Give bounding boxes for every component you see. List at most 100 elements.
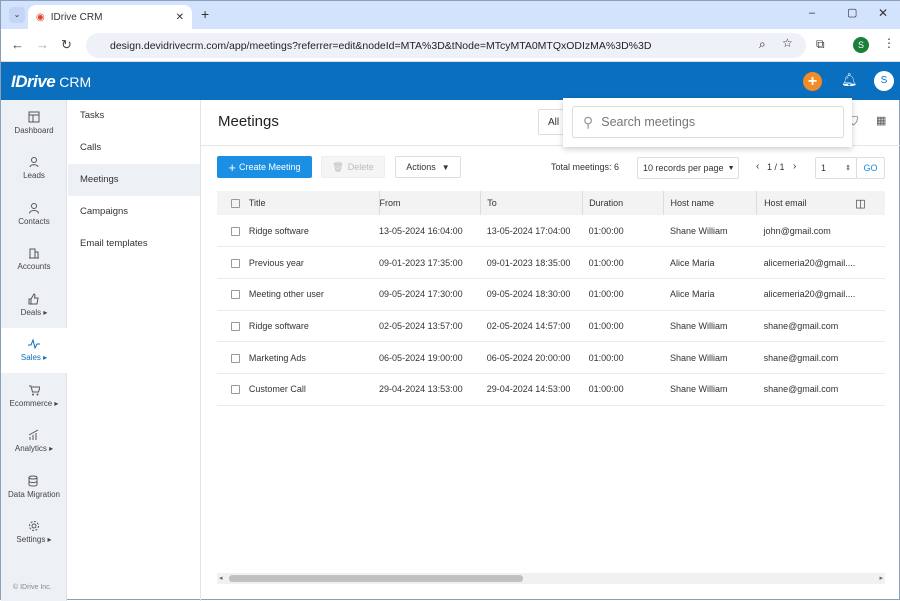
cell-title[interactable]: Previous year bbox=[249, 247, 379, 279]
delete-button[interactable]: 🗑︎ Delete bbox=[321, 156, 385, 178]
user-avatar[interactable]: S bbox=[874, 71, 894, 91]
caret-down-icon: ▼ bbox=[441, 162, 450, 172]
profile-avatar[interactable]: S bbox=[853, 37, 869, 53]
per-page-select[interactable]: 10 records per page ▼ bbox=[637, 157, 739, 179]
create-meeting-button[interactable]: + Create Meeting bbox=[217, 156, 312, 178]
actions-dropdown[interactable]: Actions ▼ bbox=[395, 156, 461, 178]
table-row[interactable]: Ridge software 02-05-2024 13:57:00 02-05-2… bbox=[217, 310, 885, 342]
submenu-campaigns[interactable]: Campaigns bbox=[68, 196, 200, 228]
stepper-icon[interactable]: ⇕ bbox=[845, 164, 851, 172]
cell-host-name: Alice Maria bbox=[670, 257, 715, 268]
url-bar[interactable]: design.devidrivecrm.com/app/meetings?ref… bbox=[86, 33, 806, 58]
column-to[interactable]: To bbox=[480, 191, 584, 215]
browser-tab-bar: ⌄ ◉ IDrive CRM ✕ + – ▢ ✕ bbox=[1, 1, 900, 29]
cell-to: 09-01-2023 18:35:00 bbox=[486, 257, 571, 268]
menu-icon[interactable]: ⋮ bbox=[883, 36, 895, 50]
column-host-email[interactable]: Host email bbox=[757, 191, 856, 215]
row-checkbox[interactable] bbox=[231, 290, 240, 300]
extensions-icon[interactable]: ⧉ bbox=[816, 37, 825, 52]
table-row[interactable]: Previous year 09-01-2023 17:35:00 09-01-20… bbox=[217, 247, 885, 279]
rail-item-settings[interactable]: Settings ▸ bbox=[1, 510, 67, 556]
url-text: design.devidrivecrm.com/app/meetings?ref… bbox=[110, 39, 652, 52]
bookmark-star-icon[interactable]: ☆ bbox=[782, 36, 793, 50]
submenu-email-templates[interactable]: Email templates bbox=[68, 228, 200, 260]
rail-item-dashboard[interactable]: Dashboard bbox=[1, 100, 67, 146]
building-icon bbox=[29, 248, 39, 259]
cell-title[interactable]: Meeting other user bbox=[249, 278, 379, 310]
copyright: © IDrive Inc. bbox=[13, 584, 52, 591]
rail-item-analytics[interactable]: Analytics ▸ bbox=[1, 419, 67, 465]
cell-from: 09-01-2023 17:35:00 bbox=[379, 257, 463, 268]
delete-label: Delete bbox=[347, 162, 374, 172]
rail-item-accounts[interactable]: Accounts bbox=[1, 237, 67, 283]
cell-to: 02-05-2024 14:57:00 bbox=[486, 320, 571, 331]
browser-tab[interactable]: ◉ IDrive CRM ✕ bbox=[28, 5, 192, 29]
row-checkbox[interactable] bbox=[231, 385, 240, 395]
cell-host-name: Shane William bbox=[670, 384, 728, 395]
close-tab-icon[interactable]: ✕ bbox=[176, 12, 184, 23]
cell-host-name: Shane William bbox=[670, 320, 728, 331]
bell-icon[interactable]: 🔔︎ bbox=[841, 72, 858, 88]
column-from[interactable]: From bbox=[379, 191, 482, 215]
new-tab-button[interactable]: + bbox=[201, 6, 209, 22]
scroll-right-icon[interactable]: ▸ bbox=[879, 574, 883, 582]
cell-title[interactable]: Ridge software bbox=[249, 310, 379, 342]
page-number-input[interactable]: 1 ⇕ bbox=[815, 157, 857, 179]
table-row[interactable]: Marketing Ads 06-05-2024 19:00:00 06-05-20… bbox=[217, 342, 885, 374]
left-rail: Dashboard Leads Contacts Accounts Deals … bbox=[1, 100, 67, 601]
table-row[interactable]: Ridge software 13-05-2024 16:04:00 13-05-2… bbox=[217, 215, 885, 247]
row-checkbox[interactable] bbox=[231, 226, 240, 236]
column-host-name[interactable]: Host name bbox=[663, 191, 758, 215]
rail-item-leads[interactable]: Leads bbox=[1, 146, 67, 192]
cell-title[interactable]: Customer Call bbox=[249, 373, 379, 405]
submenu-calls[interactable]: Calls bbox=[68, 132, 200, 164]
thumbs-up-icon bbox=[28, 293, 39, 305]
table-row[interactable]: Customer Call 29-04-2024 13:53:00 29-04-20… bbox=[217, 373, 885, 406]
cell-to: 09-05-2024 18:30:00 bbox=[486, 289, 571, 300]
row-checkbox[interactable] bbox=[231, 321, 240, 331]
row-checkbox[interactable] bbox=[231, 353, 240, 363]
prev-page-button[interactable]: ‹ bbox=[756, 161, 759, 172]
cell-title[interactable]: Marketing Ads bbox=[249, 342, 379, 374]
close-window-button[interactable]: ✕ bbox=[878, 6, 888, 20]
maximize-button[interactable]: ▢ bbox=[847, 6, 857, 19]
tab-list-button[interactable]: ⌄ bbox=[9, 7, 25, 23]
rail-label: Analytics ▸ bbox=[14, 444, 54, 454]
select-all-checkbox[interactable] bbox=[231, 199, 240, 209]
search-input[interactable] bbox=[601, 115, 832, 129]
logo[interactable]: IDrive CRM bbox=[11, 72, 91, 92]
rail-label: Leads bbox=[23, 171, 45, 181]
column-duration[interactable]: Duration bbox=[582, 191, 664, 215]
cell-duration: 01:00:00 bbox=[588, 225, 624, 236]
minimize-button[interactable]: – bbox=[809, 7, 815, 19]
rail-item-ecommerce[interactable]: Ecommerce ▸ bbox=[1, 373, 67, 419]
scrollbar-thumb[interactable] bbox=[229, 575, 523, 582]
cell-host-email: john@gmail.com bbox=[763, 225, 831, 236]
cell-to: 29-04-2024 14:53:00 bbox=[486, 384, 571, 395]
table-row[interactable]: Meeting other user 09-05-2024 17:30:00 09-… bbox=[217, 278, 885, 311]
row-checkbox[interactable] bbox=[231, 258, 240, 268]
page-info: 1 / 1 bbox=[767, 162, 785, 172]
cell-title[interactable]: Ridge software bbox=[249, 215, 379, 247]
rail-item-contacts[interactable]: Contacts bbox=[1, 191, 67, 237]
zoom-icon[interactable]: ⌕ bbox=[759, 37, 766, 52]
rail-item-deals[interactable]: Deals ▸ bbox=[1, 282, 67, 328]
cell-host-email: alicemeria20@gmail.... bbox=[763, 257, 856, 268]
rail-item-sales[interactable]: Sales ▸ bbox=[1, 327, 67, 373]
column-title[interactable]: Title bbox=[248, 191, 380, 215]
go-button[interactable]: GO bbox=[856, 157, 885, 179]
column-chooser-icon[interactable]: ◫ bbox=[855, 191, 885, 215]
submenu-tasks[interactable]: Tasks bbox=[68, 100, 200, 132]
submenu-meetings[interactable]: Meetings bbox=[68, 164, 200, 196]
forward-icon[interactable]: → bbox=[36, 37, 49, 52]
back-icon[interactable]: ← bbox=[11, 37, 24, 52]
rail-item-data-migration[interactable]: Data Migration bbox=[1, 464, 67, 510]
scroll-left-icon[interactable]: ◂ bbox=[219, 574, 223, 582]
next-page-button[interactable]: › bbox=[793, 161, 796, 172]
reload-icon[interactable]: ↻ bbox=[61, 37, 72, 53]
calendar-icon[interactable]: ▦ bbox=[876, 114, 886, 127]
cell-from: 09-05-2024 17:30:00 bbox=[379, 289, 463, 300]
add-button[interactable]: + bbox=[803, 72, 822, 91]
horizontal-scrollbar[interactable]: ◂ ▸ bbox=[217, 573, 885, 584]
dashboard-icon bbox=[28, 111, 40, 123]
